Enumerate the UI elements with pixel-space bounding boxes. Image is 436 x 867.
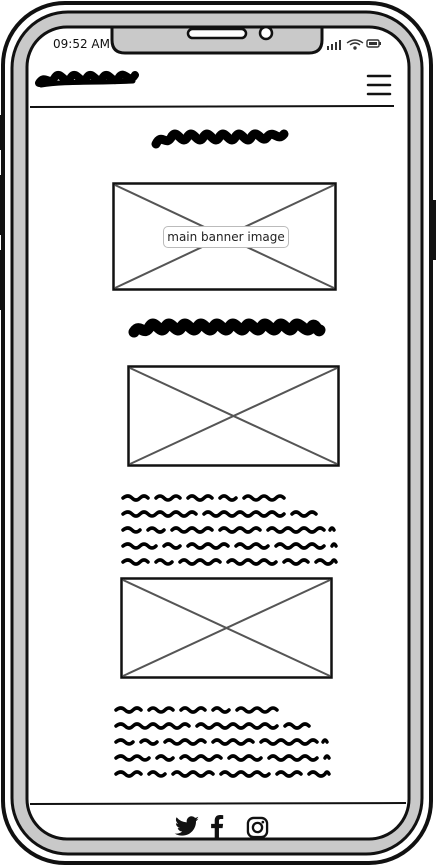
image-placeholder-2 [120,577,333,679]
wifi-icon [346,39,364,50]
text-block-1 [121,494,338,566]
facebook-icon[interactable] [209,815,225,839]
image-placeholder-1 [127,365,340,467]
battery-icon [366,39,381,48]
status-icons [327,39,381,50]
twitter-icon[interactable] [174,816,200,838]
page-title [151,129,289,149]
hamburger-menu-icon[interactable] [366,74,392,96]
status-time: 09:52 AM [53,37,110,51]
signal-icon [327,40,341,50]
section-heading [128,318,326,338]
footer-divider [29,802,407,805]
instagram-icon[interactable] [246,816,269,839]
header-divider [29,105,395,108]
logo[interactable] [35,65,140,93]
text-block-2 [114,706,331,778]
banner-label: main banner image [163,226,289,248]
